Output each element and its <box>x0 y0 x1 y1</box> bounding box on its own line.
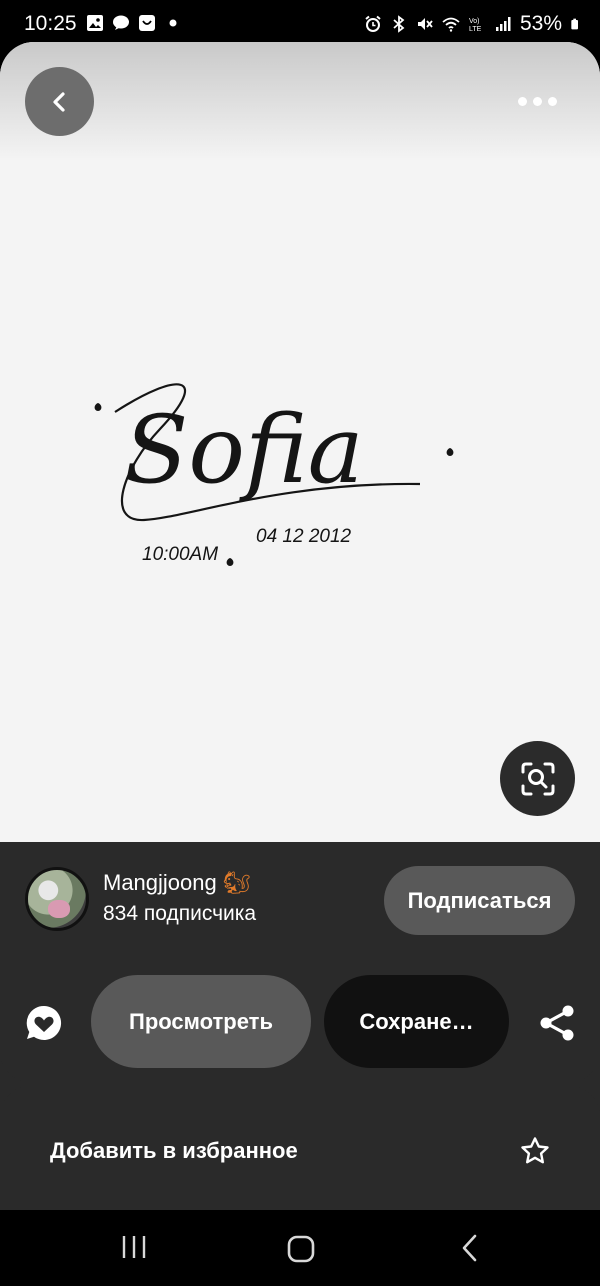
chevron-left-icon <box>52 91 65 112</box>
author-name-text: Mangjjoong <box>103 870 217 895</box>
star-icon <box>521 1137 549 1164</box>
bluetooth-icon <box>393 15 405 33</box>
author-name[interactable]: Mangjjoong 🐿 <box>103 870 251 896</box>
share-icon <box>540 1005 574 1041</box>
heart-left-icon <box>94 403 102 411</box>
save-button[interactable]: Сохране… <box>324 975 509 1068</box>
artwork-date: 04 12 2012 <box>256 526 352 547</box>
pin-details-panel: Mangjjoong 🐿 834 подписчика Подписаться П… <box>0 842 600 1082</box>
back-button[interactable] <box>25 67 94 136</box>
system-status-icons: Vo) LTE 53% <box>364 12 582 36</box>
gallery-icon <box>87 15 103 31</box>
status-time: 10:25 <box>24 12 77 35</box>
more-options-button[interactable] <box>508 84 566 118</box>
system-navigation-bar <box>0 1210 600 1286</box>
artwork-name: Sofia <box>124 396 364 505</box>
comment-heart-icon <box>26 1005 62 1040</box>
svg-text:Vo): Vo) <box>469 18 480 25</box>
battery-icon <box>571 18 578 30</box>
shopping-icon <box>139 15 155 31</box>
alarm-icon <box>365 15 381 32</box>
comment-button[interactable] <box>25 1004 63 1042</box>
battery-percent: 53% <box>519 12 562 35</box>
lens-search-icon <box>521 762 554 795</box>
artwork-tattoo-design: Sofia 10:00AM 04 12 2012 <box>94 383 454 566</box>
more-icon <box>532 96 542 106</box>
notification-icons <box>86 14 182 32</box>
dot-icon <box>169 19 177 27</box>
more-icon <box>517 96 527 106</box>
message-icon <box>113 15 129 30</box>
signal-icon <box>495 17 511 31</box>
more-icon <box>547 96 557 106</box>
wifi-icon <box>442 17 460 32</box>
add-to-favorites-label: Добавить в избранное <box>50 1138 298 1163</box>
subscribe-button[interactable]: Подписаться <box>384 866 575 935</box>
pin-image[interactable]: Sofia 10:00AM 04 12 2012 <box>0 42 600 842</box>
pin-screen: Sofia 10:00AM 04 12 2012 Mangjjoong 🐿 834… <box>0 42 600 1210</box>
recent-apps-button[interactable] <box>116 1232 152 1262</box>
home-button[interactable] <box>284 1232 318 1266</box>
add-to-favorites-button[interactable] <box>516 1132 554 1170</box>
avatar[interactable] <box>25 867 89 931</box>
system-back-button[interactable] <box>456 1230 484 1266</box>
visual-search-button[interactable] <box>500 741 575 816</box>
favorite-panel[interactable]: Добавить в избранное <box>0 1086 600 1210</box>
heart-bottom-icon <box>226 558 234 566</box>
artwork-time: 10:00AM <box>142 544 218 565</box>
share-button[interactable] <box>535 1001 579 1045</box>
heart-right-icon <box>446 448 454 456</box>
follower-count: 834 подписчика <box>103 902 257 925</box>
volte-icon: Vo)LTE <box>469 18 482 33</box>
svg-text:LTE: LTE <box>469 26 482 33</box>
view-button[interactable]: Просмотреть <box>91 975 311 1068</box>
author-emoji: 🐿 <box>222 870 251 895</box>
mute-icon <box>417 18 433 30</box>
